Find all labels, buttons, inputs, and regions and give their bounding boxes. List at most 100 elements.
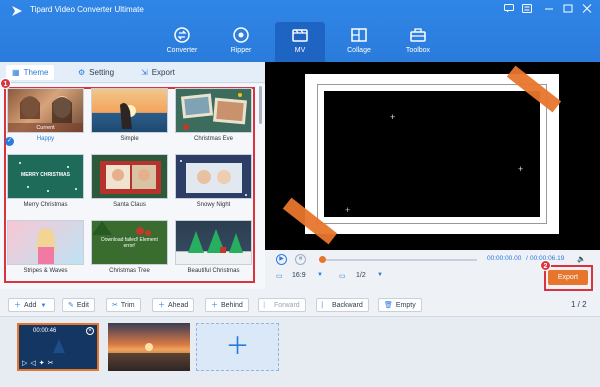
volume-icon[interactable]: 🔈 xyxy=(577,255,586,263)
screen-value[interactable]: 1/2 xyxy=(356,272,366,279)
trim-button[interactable]: ✂ Trim xyxy=(106,298,141,312)
backward-button[interactable]: ⎸ Backward xyxy=(316,298,369,312)
tab-setting-label: Setting xyxy=(89,68,115,77)
tab-theme-label: Theme xyxy=(23,68,49,77)
theme-label-happy: Happy xyxy=(36,136,55,142)
preview-black-area: + + xyxy=(324,91,540,217)
tab-export[interactable]: ⇲ Export xyxy=(135,65,181,80)
nav-ripper[interactable]: Ripper xyxy=(216,22,266,62)
theme-label-simple: Simple xyxy=(120,136,139,142)
video-preview: + + + xyxy=(265,62,600,250)
aspect-dropdown-icon[interactable]: ▼ xyxy=(317,272,323,278)
empty-label: Empty xyxy=(395,302,416,309)
add-clip-slot[interactable]: ＋ xyxy=(196,323,279,371)
preview-plus-mark-2: + xyxy=(518,164,524,174)
nav-mv[interactable]: MV xyxy=(275,22,325,62)
theme-thumb-christmas-tree[interactable]: Download failed! Element error! xyxy=(91,220,168,265)
add-button[interactable]: ＋ Add ▼ xyxy=(8,298,56,312)
clip-close-icon[interactable]: × xyxy=(86,327,94,335)
nav-converter[interactable]: Converter xyxy=(157,22,207,62)
converter-icon xyxy=(174,27,190,43)
tab-export-label: Export xyxy=(151,68,175,77)
scissors-icon: ✂ xyxy=(112,302,118,309)
export-icon: ⇲ xyxy=(141,68,148,77)
progress-track[interactable] xyxy=(321,259,477,261)
theme-label-christmas-tree: Christmas Tree xyxy=(109,268,150,274)
grid-icon: ▦ xyxy=(12,68,20,77)
maximize-icon[interactable] xyxy=(562,4,574,15)
ahead-label: Ahead xyxy=(168,302,189,309)
merry-christmas-overlay: MERRY CHRISTMAS xyxy=(21,172,70,178)
screen-dropdown-icon[interactable]: ▼ xyxy=(377,272,383,278)
plus-ahead-icon: ＋ xyxy=(158,302,165,309)
plus-icon: ＋ xyxy=(14,302,21,309)
toolbox-icon xyxy=(410,28,426,42)
player-controls: ▶ ■ 00:00:00.00 / 00:00:06.19 🔈 ▭ 16:9 ▼… xyxy=(265,250,600,291)
preview-plus-mark-3: + xyxy=(345,205,351,215)
callout-badge-2: 2 xyxy=(540,260,551,271)
theme-label-santa-claus: Santa Claus xyxy=(113,202,146,208)
trash-icon: 🗑 xyxy=(384,302,393,309)
theme-thumb-christmas-eve[interactable] xyxy=(175,88,252,133)
tab-setting[interactable]: ⚙ Setting xyxy=(72,65,120,80)
add-dropdown-icon: ▼ xyxy=(40,303,47,309)
feedback-icon[interactable] xyxy=(503,4,515,15)
minimize-icon[interactable] xyxy=(543,4,555,15)
clip-item[interactable] xyxy=(108,323,190,371)
menu-icon[interactable] xyxy=(521,4,533,15)
backward-label: Backward xyxy=(332,302,363,309)
selected-check-icon: ✓ xyxy=(5,137,14,146)
theme-label-stripes-waves: Stripes & Waves xyxy=(23,268,68,274)
theme-label-merry-christmas: Merry Christmas xyxy=(23,202,68,208)
theme-thumb-santa-claus[interactable] xyxy=(91,154,168,199)
ripper-icon xyxy=(233,27,249,43)
clip-toolbar: ＋ Add ▼ ✎ Edit ✂ Trim ＋ Ahead ＋ Behind ⎸ Forwar… xyxy=(0,296,600,316)
theme-thumb-simple[interactable] xyxy=(91,88,168,133)
time-current: 00:00:00.00 xyxy=(487,255,522,262)
edit-label: Edit xyxy=(76,302,89,309)
app-logo-icon xyxy=(10,4,24,18)
close-icon[interactable] xyxy=(581,4,593,15)
theme-thumb-stripes-waves[interactable] xyxy=(7,220,84,265)
theme-thumb-beautiful-christmas[interactable] xyxy=(175,220,252,265)
theme-label-beautiful-christmas: Beautiful Christmas xyxy=(187,268,240,274)
aspect-ratio-icon: ▭ xyxy=(276,273,283,280)
theme-thumb-snowy-night[interactable] xyxy=(175,154,252,199)
nav-collage[interactable]: Collage xyxy=(334,22,384,62)
edit-button[interactable]: ✎ Edit xyxy=(62,298,95,312)
app-title: Tipard Video Converter Ultimate xyxy=(30,5,144,14)
clip-item[interactable]: 00:00:46 × ▷◁✦✂ xyxy=(17,323,99,371)
backward-icon: ⎸ xyxy=(322,302,329,309)
stop-icon[interactable]: ■ xyxy=(295,254,306,265)
tab-theme[interactable]: ▦ Theme xyxy=(6,65,55,80)
empty-button[interactable]: 🗑 Empty xyxy=(378,298,422,312)
nav-ripper-label: Ripper xyxy=(230,47,252,54)
progress-handle[interactable] xyxy=(319,256,326,263)
nav-toolbox[interactable]: Toolbox xyxy=(393,22,443,62)
play-icon[interactable]: ▶ xyxy=(276,254,287,265)
preview-frame-inner: + + xyxy=(317,84,547,224)
theme-scrollbar[interactable] xyxy=(259,86,262,124)
mv-icon xyxy=(292,29,308,42)
forward-icon: ⎸ xyxy=(264,302,271,309)
behind-label: Behind xyxy=(221,302,243,309)
ahead-button[interactable]: ＋ Ahead xyxy=(152,298,195,312)
theme-thumb-merry-christmas[interactable]: MERRY CHRISTMAS xyxy=(7,154,84,199)
theme-label-christmas-eve: Christmas Eve xyxy=(193,136,233,142)
nav-toolbox-label: Toolbox xyxy=(405,47,431,54)
theme-panel: Current Happy ✓ Simple Christmas Eve MER… xyxy=(0,78,265,289)
theme-current-tag: Current xyxy=(36,125,55,131)
clip-action-icons[interactable]: ▷◁✦✂ xyxy=(22,359,57,367)
top-bar: Tipard Video Converter Ultimate Converte… xyxy=(0,0,600,62)
clip-strip: 00:00:46 × ▷◁✦✂ ＋ xyxy=(0,316,600,387)
edit-icon: ✎ xyxy=(68,302,74,309)
behind-button[interactable]: ＋ Behind xyxy=(205,298,249,312)
time-separator: / xyxy=(526,255,528,262)
forward-button[interactable]: ⎸ Forward xyxy=(258,298,306,312)
mv-tabs: ▦ Theme ⚙ Setting ⇲ Export xyxy=(0,62,265,83)
aspect-ratio-value[interactable]: 16:9 xyxy=(292,272,306,279)
nav-mv-label: MV xyxy=(294,47,306,54)
theme-thumb-happy[interactable]: Current xyxy=(7,88,84,133)
export-button[interactable]: Export xyxy=(548,270,588,285)
screen-icon: ▭ xyxy=(339,273,346,280)
